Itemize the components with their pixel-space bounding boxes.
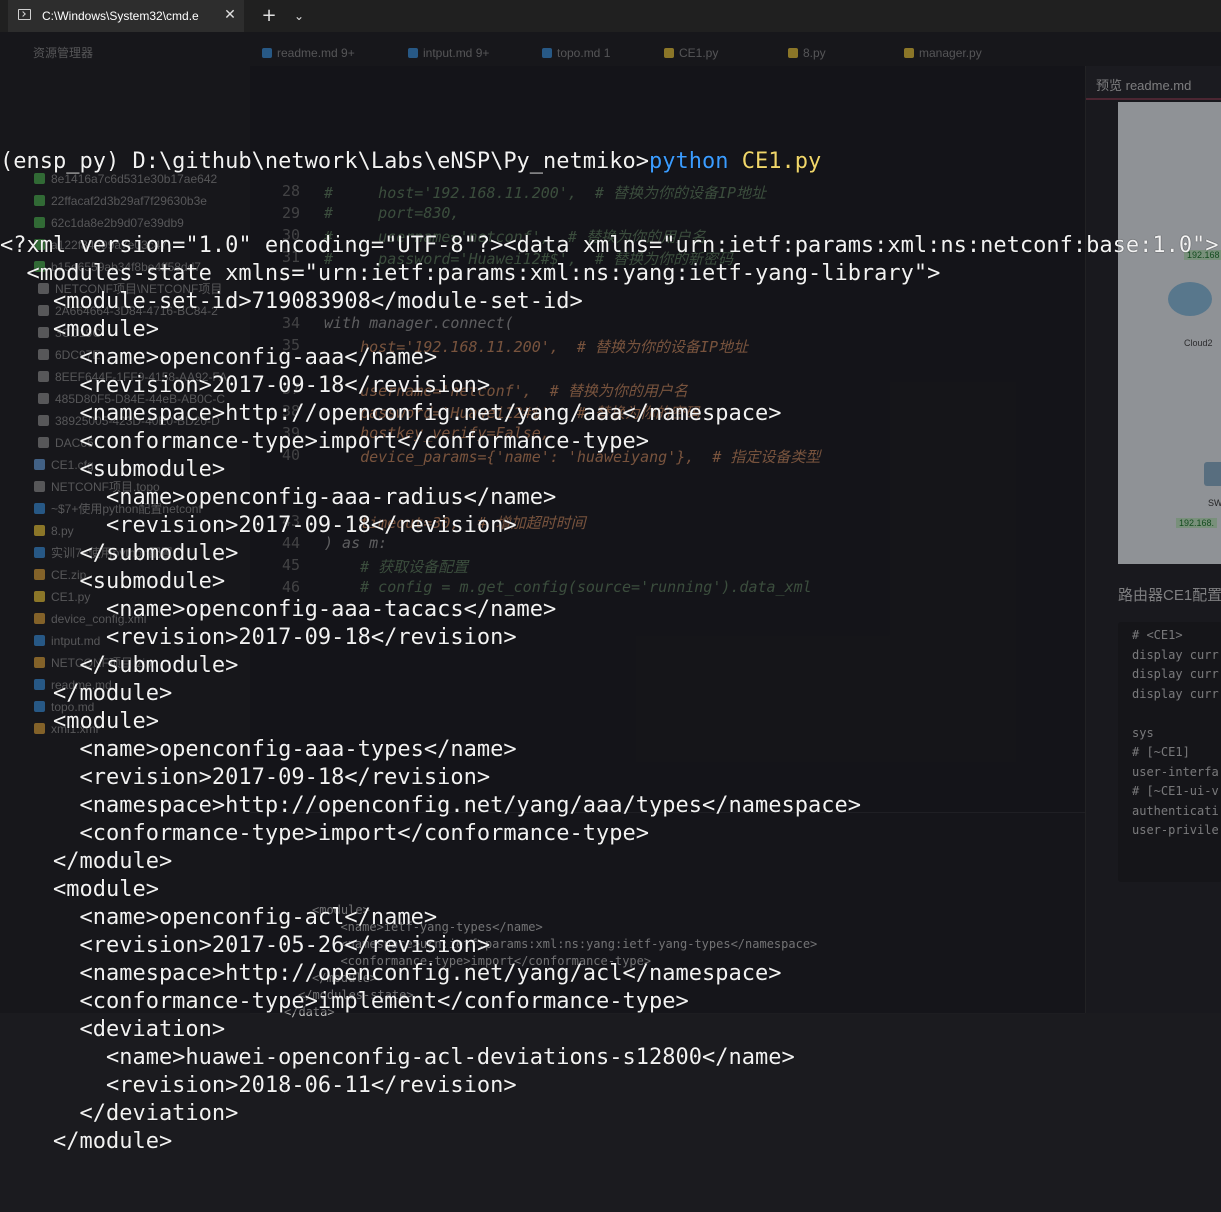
terminal-output-line: <submodule> [0,569,226,594]
terminal-output-line: <name>huawei-openconfig-acl-deviations-s… [0,1045,795,1070]
terminal-tab[interactable]: C:\Windows\System32\cmd.e ✕ [8,0,244,32]
terminal-output-line: <revision>2018-06-11</revision> [0,1073,517,1098]
terminal-output-line: <namespace>http://openconfig.net/yang/aa… [0,401,782,426]
terminal-output-line: </submodule> [0,653,239,678]
terminal-output-line: <module-set-id>719083908</module-set-id> [0,289,583,314]
terminal-prompt-line: (ensp_py) D:\github\network\Labs\eNSP\Py… [0,148,1219,176]
terminal-output-line: <name>openconfig-aaa</name> [0,345,438,370]
terminal-output-line: <submodule> [0,457,226,482]
terminal-output-line: <revision>2017-09-18</revision> [0,513,517,538]
terminal-output-line: </module> [0,849,173,874]
tab-dropdown-button[interactable]: ⌄ [288,5,310,27]
terminal-output-line: <modules-state xmlns="urn:ietf:params:xm… [0,261,941,286]
terminal-output-line: <deviation> [0,1017,226,1042]
terminal-output-line: <?xml version="1.0" encoding="UTF-8"?><d… [0,233,1219,258]
terminal-output-line: </submodule> [0,541,239,566]
terminal-output-line: <conformance-type>implement</conformance… [0,989,689,1014]
terminal-output-line: <revision>2017-05-26</revision> [0,933,491,958]
terminal-output-line: </module> [0,1129,173,1154]
terminal-output-line: <revision>2017-09-18</revision> [0,765,491,790]
terminal-output-line: <namespace>http://openconfig.net/yang/ac… [0,961,782,986]
terminal-output-line: <conformance-type>import</conformance-ty… [0,821,650,846]
new-tab-button[interactable]: + [258,5,280,27]
close-tab-icon[interactable]: ✕ [220,5,240,25]
prompt-path: (ensp_py) D:\github\network\Labs\eNSP\Py… [0,149,650,174]
terminal-output-line: </deviation> [0,1101,239,1126]
terminal-output-line: <revision>2017-09-18</revision> [0,373,491,398]
terminal-output-line: <name>openconfig-aaa-types</name> [0,737,517,762]
terminal-output-line: <namespace>http://openconfig.net/yang/aa… [0,793,861,818]
terminal-output-line: <module> [0,877,159,902]
terminal-tab-title: C:\Windows\System32\cmd.e [42,9,199,23]
prompt-argument: CE1.py [741,149,822,174]
prompt-command: python [649,149,729,174]
terminal-output-line: <name>openconfig-aaa-tacacs</name> [0,597,557,622]
terminal-output-line: </module> [0,681,173,706]
terminal-content[interactable]: (ensp_py) D:\github\network\Labs\eNSP\Py… [0,32,1221,1154]
terminal-output-line: <revision>2017-09-18</revision> [0,625,517,650]
terminal-output-line: <module> [0,709,159,734]
terminal-output-line: <module> [0,317,159,342]
terminal-titlebar: C:\Windows\System32\cmd.e ✕ + ⌄ [0,0,1221,32]
terminal-icon [18,9,31,20]
terminal-output-line: <name>openconfig-aaa-radius</name> [0,485,557,510]
terminal-output: (ensp_py) D:\github\network\Labs\eNSP\Py… [0,92,1219,1212]
terminal-output-line: <name>openconfig-acl</name> [0,905,438,930]
terminal-output-line: <conformance-type>import</conformance-ty… [0,429,650,454]
